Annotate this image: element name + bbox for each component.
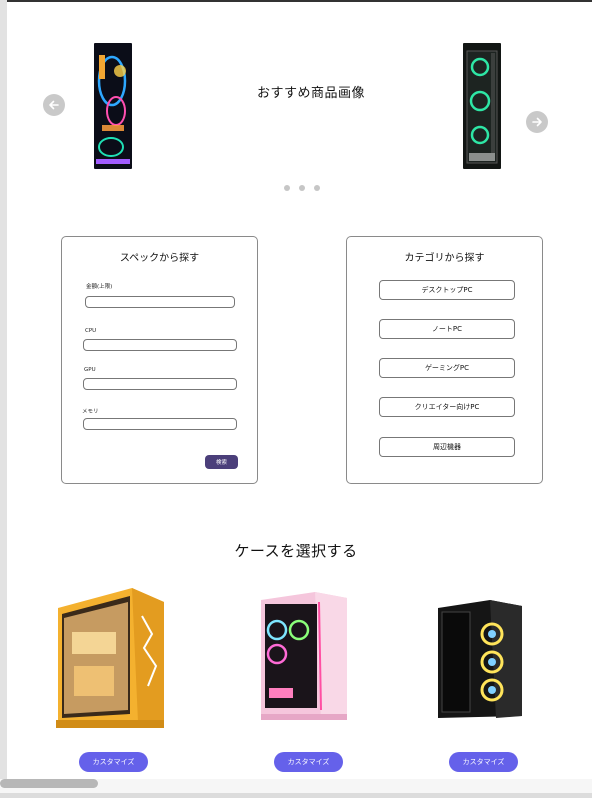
customize-button-case-2[interactable]: カスタマイズ bbox=[274, 752, 343, 772]
search-button[interactable]: 検索 bbox=[205, 455, 238, 469]
horizontal-scrollbar-thumb[interactable] bbox=[0, 779, 98, 788]
recommended-carousel: おすすめ商品画像 bbox=[0, 30, 592, 205]
cpu-label: CPU bbox=[85, 328, 97, 334]
category-search-panel: カテゴリから探す デスクトップPC ノートPC ゲーミングPC クリエイター向け… bbox=[346, 236, 543, 484]
gpu-label: GPU bbox=[84, 367, 96, 373]
carousel-next-button[interactable] bbox=[526, 111, 548, 133]
customize-button-case-1[interactable]: カスタマイズ bbox=[79, 752, 148, 772]
recommended-product-image-left[interactable] bbox=[94, 43, 132, 169]
carousel-dot-3[interactable] bbox=[314, 185, 320, 191]
category-peripherals-button[interactable]: 周辺機器 bbox=[379, 437, 515, 457]
cpu-input[interactable] bbox=[83, 339, 237, 351]
carousel-pagination bbox=[284, 185, 320, 191]
carousel-prev-button[interactable] bbox=[43, 94, 65, 116]
arrow-left-icon bbox=[49, 100, 59, 110]
category-search-title: カテゴリから探す bbox=[404, 253, 485, 264]
category-notebook-pc-button[interactable]: ノートPC bbox=[379, 319, 515, 339]
category-gaming-pc-button[interactable]: ゲーミングPC bbox=[379, 358, 515, 378]
gpu-input[interactable] bbox=[83, 378, 237, 390]
arrow-right-icon bbox=[532, 117, 542, 127]
recommended-product-image-right[interactable] bbox=[463, 43, 501, 169]
carousel-dot-1[interactable] bbox=[284, 185, 290, 191]
carousel-title: おすすめ商品画像 bbox=[256, 86, 365, 101]
category-desktop-pc-button[interactable]: デスクトップPC bbox=[379, 280, 515, 300]
price-limit-label: 金額(上限) bbox=[86, 284, 113, 290]
carousel-dot-2[interactable] bbox=[299, 185, 305, 191]
spec-search-title: スペックから探す bbox=[119, 253, 200, 264]
memory-label: メモリ bbox=[82, 409, 99, 415]
pc-case-image-pink[interactable] bbox=[255, 590, 355, 728]
pc-case-image-yellow[interactable] bbox=[52, 586, 168, 736]
top-border bbox=[0, 0, 592, 2]
memory-input[interactable] bbox=[83, 418, 237, 430]
category-creator-pc-button[interactable]: クリエイター向けPC bbox=[379, 397, 515, 417]
bottom-strip bbox=[0, 793, 592, 798]
case-section-title: ケースを選択する bbox=[234, 542, 358, 560]
spec-search-panel: スペックから探す 金額(上限) CPU GPU メモリ 検索 bbox=[61, 236, 258, 484]
customize-button-case-3[interactable]: カスタマイズ bbox=[449, 752, 518, 772]
pc-case-image-black[interactable] bbox=[434, 598, 526, 726]
price-limit-input[interactable] bbox=[85, 296, 235, 308]
